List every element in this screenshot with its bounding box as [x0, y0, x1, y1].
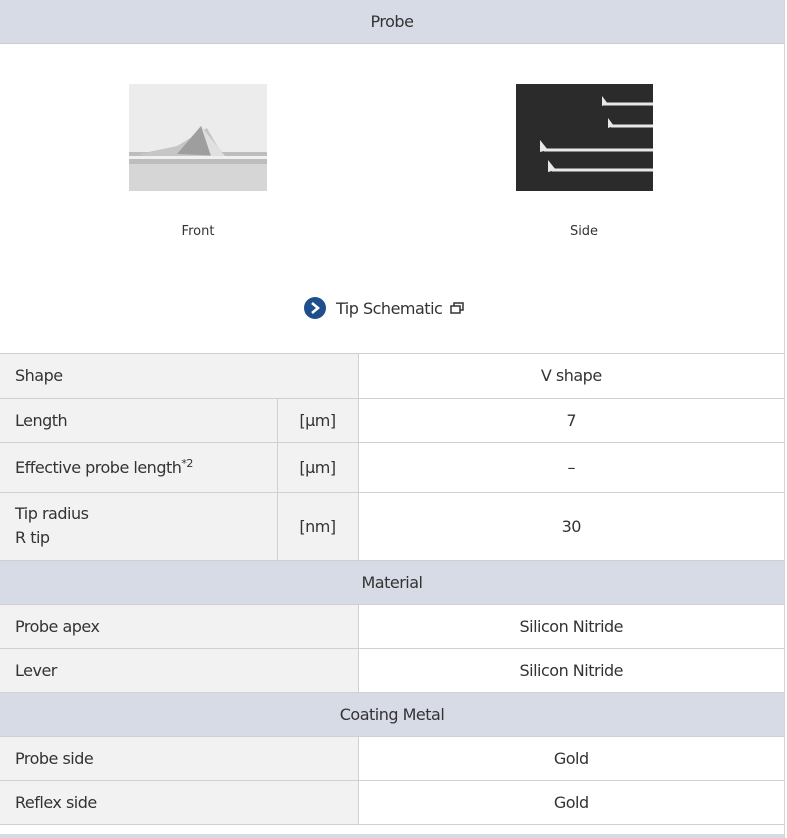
table-row: Lever Silicon Nitride	[0, 648, 785, 693]
bottom-section-strip	[0, 834, 784, 838]
table-row: Reflex side Gold	[0, 780, 785, 825]
row-value: Gold	[357, 736, 785, 781]
side-caption: Side	[569, 224, 599, 239]
table-row: Probe apex Silicon Nitride	[0, 604, 785, 649]
front-caption: Front	[181, 224, 215, 239]
tip-schematic-link[interactable]: Tip Schematic	[304, 296, 465, 320]
row-value: 30	[357, 492, 785, 561]
row-label: Length	[0, 398, 277, 443]
row-label: Reflex side	[0, 780, 359, 825]
row-label: Probe side	[0, 736, 359, 781]
tip-schematic-label: Tip Schematic	[336, 298, 443, 318]
new-window-icon	[450, 299, 465, 318]
front-probe-image	[129, 84, 267, 191]
material-section-row: Material	[0, 560, 785, 605]
row-unit: [µm]	[276, 398, 359, 443]
footnote-marker: *2	[181, 457, 193, 470]
row-label: Tip radius R tip	[0, 492, 277, 561]
table-row: Length [µm] 7	[0, 398, 785, 443]
row-label: Probe apex	[0, 604, 359, 649]
row-label: Shape	[0, 354, 359, 399]
table-row: Tip radius R tip [nm] 30	[0, 492, 785, 561]
row-value: –	[357, 442, 785, 493]
spec-table: Shape V shape Length [µm] 7 Effective pr…	[0, 354, 785, 825]
row-value: V shape	[357, 354, 785, 399]
table-row: Probe side Gold	[0, 736, 785, 781]
row-value: 7	[357, 398, 785, 443]
material-section-header: Material	[0, 560, 785, 605]
row-value: Silicon Nitride	[357, 604, 785, 649]
table-row: Effective probe length*2 [µm] –	[0, 442, 785, 493]
row-label: Lever	[0, 648, 359, 693]
row-unit: [nm]	[276, 492, 359, 561]
coating-section-header: Coating Metal	[0, 692, 785, 737]
probe-image-area: Front Side Tip Schematic	[0, 44, 784, 354]
row-value: Gold	[357, 780, 785, 825]
side-probe-image	[516, 84, 653, 191]
row-value: Silicon Nitride	[357, 648, 785, 693]
row-unit: [µm]	[276, 442, 359, 493]
table-row: Shape V shape	[0, 354, 785, 399]
probe-section-header: Probe	[0, 0, 784, 44]
probe-spec-panel: Probe Front Side Tip Schematic Shape V s…	[0, 0, 785, 838]
chevron-right-circle-icon	[304, 297, 326, 319]
coating-section-row: Coating Metal	[0, 692, 785, 737]
row-label: Effective probe length*2	[0, 442, 277, 493]
